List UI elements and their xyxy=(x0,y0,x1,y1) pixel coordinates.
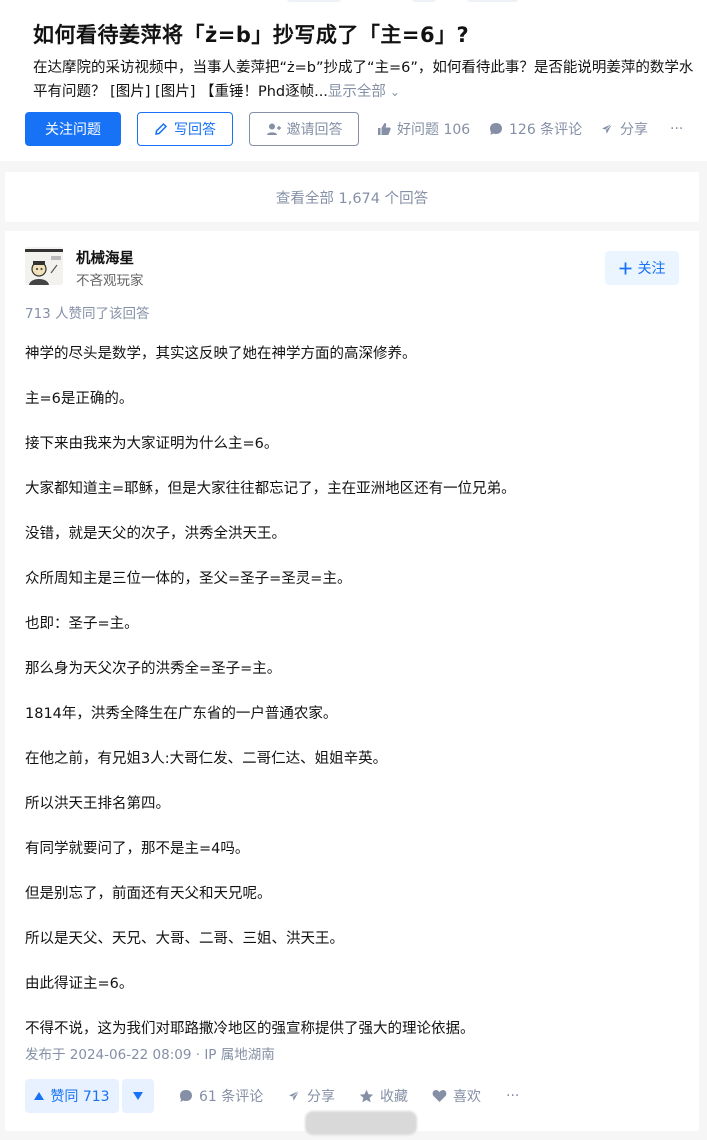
answer-paragraph: 神学的尽头是数学，其实这反映了她在神学方面的高深修养。 xyxy=(25,346,417,362)
answer-paragraph: 所以洪天王排名第四。 xyxy=(25,796,170,812)
share-icon xyxy=(600,122,614,136)
answer-paragraph: 没错，就是天父的次子，洪秀全洪天王。 xyxy=(25,526,286,542)
topic-tag[interactable] xyxy=(285,0,343,2)
answer-paragraph: 但是别忘了，前面还有天父和天兄呢。 xyxy=(25,886,272,902)
answer-paragraph: 大家都知道主=耶稣，但是大家往往都忘记了，主在亚洲地区还有一位兄弟。 xyxy=(25,481,516,497)
answer-paragraph: 主=6是正确的。 xyxy=(25,391,134,407)
good-question-label: 好问题 106 xyxy=(397,122,471,138)
question-detail: 在达摩院的采访视频中，当事人姜萍把“ż=b”抄成了“主=6”，如何看待此事？是否… xyxy=(33,56,698,104)
answer-comments-button[interactable]: 61 条评论 xyxy=(179,1079,263,1113)
chevron-down-icon[interactable]: ⌄ xyxy=(390,85,400,99)
answer-paragraph: 在他之前，有兄姐3人:大哥仁发、二哥仁达、姐姐辛英。 xyxy=(25,751,388,767)
answer-paragraph: 1814年，洪秀全降生在广东省的一户普通农家。 xyxy=(25,706,338,722)
follow-author-label: 关注 xyxy=(637,261,666,277)
write-answer-button[interactable]: 写回答 xyxy=(137,112,233,146)
answer-content: 神学的尽头是数学，其实这反映了她在神学方面的高深修养。 主=6是正确的。 接下来… xyxy=(25,343,685,1040)
answer-comments-label: 61 条评论 xyxy=(199,1089,264,1105)
topic-tags xyxy=(0,0,707,2)
floating-overlay xyxy=(305,1111,417,1135)
question-header: 如何看待姜萍将「ż=b」抄写成了「主=6」? 在达摩院的采访视频中，当事人姜萍把… xyxy=(0,0,707,161)
answer-paragraph: 有同学就要问了，那不是主=4吗。 xyxy=(25,841,250,857)
answer-more-button[interactable]: ··· xyxy=(506,1079,519,1113)
question-share-button[interactable]: 分享 xyxy=(600,112,648,146)
invite-answer-button[interactable]: 邀请回答 xyxy=(249,112,359,146)
answer-paragraph: 那么身为天父次子的洪秀全=圣子=主。 xyxy=(25,661,282,677)
question-share-label: 分享 xyxy=(620,122,648,138)
answer-share-label: 分享 xyxy=(307,1089,335,1105)
post-time: 发布于 2024-06-22 08:09 · IP 属地湖南 xyxy=(25,1047,275,1063)
share-icon xyxy=(287,1089,301,1103)
answer-paragraph: 众所周知主是三位一体的，圣父=圣子=圣灵=主。 xyxy=(25,571,352,587)
author-name[interactable]: 机械海星 xyxy=(76,247,134,268)
good-question-button[interactable]: 好问题 106 xyxy=(377,112,470,146)
collect-button[interactable]: 收藏 xyxy=(359,1079,408,1113)
comment-icon xyxy=(489,122,503,136)
question-comments-label: 126 条评论 xyxy=(509,122,583,138)
answer-paragraph: 所以是天父、天兄、大哥、二哥、三姐、洪天王。 xyxy=(25,931,344,947)
downvote-button[interactable] xyxy=(122,1079,154,1113)
answer-paragraph: 不得不说，这为我们对耶路撒冷地区的强宣称提供了强大的理论依据。 xyxy=(25,1021,475,1037)
topic-tag[interactable] xyxy=(410,0,438,2)
triangle-down-icon xyxy=(133,1092,143,1100)
plus-icon xyxy=(619,262,632,275)
thumbs-up-icon xyxy=(377,122,391,136)
star-icon xyxy=(359,1089,374,1104)
answer-action-bar: 赞同 713 61 条评论 分享 收藏 喜欢 ··· xyxy=(25,1079,685,1113)
question-title[interactable]: 如何看待姜萍将「ż=b」抄写成了「主=6」? xyxy=(33,19,469,49)
comment-icon xyxy=(179,1089,193,1103)
invite-answer-label: 邀请回答 xyxy=(286,122,343,138)
upvote-info: 713 人赞同了该回答 xyxy=(25,306,150,322)
answer-card: 机械海星 不吝观玩家 关注 713 人赞同了该回答 神学的尽头是数学，其实这反映… xyxy=(5,231,699,1135)
follow-question-button[interactable]: 关注问题 xyxy=(25,112,121,146)
pencil-icon xyxy=(154,122,168,136)
like-button[interactable]: 喜欢 xyxy=(432,1079,481,1113)
view-all-answers-button[interactable]: 查看全部 1,674 个回答 xyxy=(5,172,699,222)
question-comments-button[interactable]: 126 条评论 xyxy=(489,112,582,146)
answer-share-button[interactable]: 分享 xyxy=(287,1079,335,1113)
avatar[interactable] xyxy=(25,247,63,285)
like-label: 喜欢 xyxy=(453,1089,481,1105)
write-answer-label: 写回答 xyxy=(174,122,216,138)
answer-paragraph: 由此得证主=6。 xyxy=(25,976,134,992)
add-user-icon xyxy=(266,122,281,137)
upvote-label: 赞同 713 xyxy=(50,1089,110,1105)
author-bio: 不吝观玩家 xyxy=(76,273,144,289)
question-more-button[interactable]: ··· xyxy=(670,112,683,146)
answer-paragraph: 接下来由我来为大家证明为什么主=6。 xyxy=(25,436,279,452)
collect-label: 收藏 xyxy=(380,1089,408,1105)
topic-tag[interactable] xyxy=(465,0,520,2)
question-actions: 关注问题 写回答 邀请回答 好问题 106 126 条评论 分享 ··· xyxy=(25,112,695,146)
heart-icon xyxy=(432,1089,447,1103)
show-all-link[interactable]: 显示全部 xyxy=(328,84,386,100)
upvote-button[interactable]: 赞同 713 xyxy=(25,1079,119,1113)
answer-paragraph: 也即：圣子=主。 xyxy=(25,616,139,632)
triangle-up-icon xyxy=(34,1092,45,1100)
follow-author-button[interactable]: 关注 xyxy=(605,251,679,285)
